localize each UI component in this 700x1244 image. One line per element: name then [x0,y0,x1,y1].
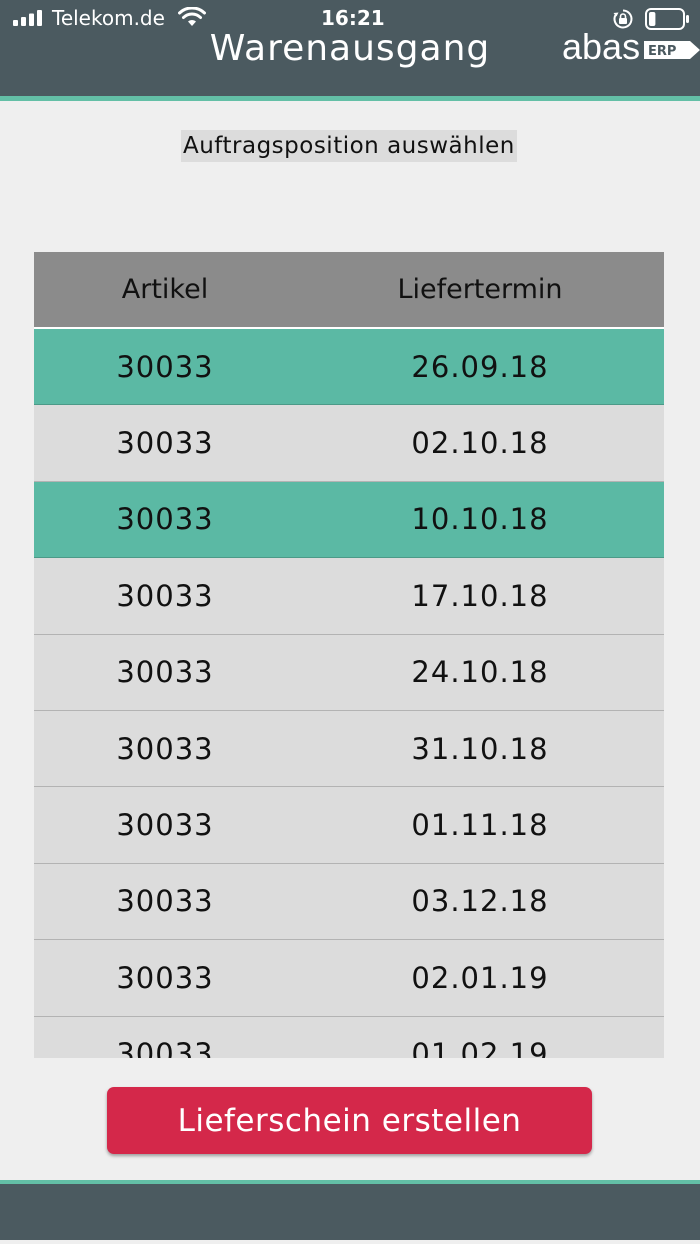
instruction-label: Auftragsposition auswählen [181,130,517,162]
cell-liefertermin: 17.10.18 [411,578,549,613]
wifi-icon [178,7,206,26]
table-row[interactable]: 30033 10.10.18 [34,481,664,559]
cellular-signal-icon [13,10,42,26]
table-header: Artikel Liefertermin [34,252,664,329]
cell-artikel: 30033 [116,655,214,690]
table-row[interactable]: 30033 02.01.19 [34,940,664,1017]
table-row[interactable]: 30033 31.10.18 [34,710,664,788]
cell-liefertermin: 31.10.18 [411,731,549,766]
table-row[interactable]: 30033 17.10.18 [34,558,664,635]
logo-erp-tag: ERP [644,41,700,59]
battery-icon [645,8,689,30]
cell-liefertermin: 24.10.18 [411,655,549,690]
table-body: 30033 26.09.18 30033 02.10.18 30033 10.10.18 3… [34,329,664,1058]
logo-text: abas [562,26,641,67]
table-row[interactable]: 30033 01.11.18 [34,787,664,864]
cell-artikel: 30033 [116,884,214,919]
column-header-artikel: Artikel [121,274,209,305]
cell-artikel: 30033 [116,578,214,613]
cell-liefertermin: 01.02.19 [411,1037,549,1058]
cell-artikel: 30033 [116,808,214,843]
order-positions-table: Artikel Liefertermin 30033 26.09.18 30033 0… [34,252,664,1058]
cell-liefertermin: 02.10.18 [411,426,549,461]
cell-liefertermin: 10.10.18 [411,502,549,537]
cell-artikel: 30033 [116,426,214,461]
table-row[interactable]: 30033 26.09.18 [34,329,664,406]
app-footer [0,1184,700,1240]
header-accent-line [0,96,700,101]
table-row[interactable]: 30033 24.10.18 [34,634,664,711]
cell-liefertermin: 02.01.19 [411,960,549,995]
cell-artikel: 30033 [116,731,214,766]
status-time: 16:21 [321,6,385,30]
table-row[interactable]: 30033 01.02.19 [34,1016,664,1058]
svg-text:ERP: ERP [648,44,676,59]
cell-liefertermin: 03.12.18 [411,884,549,919]
cell-artikel: 30033 [116,502,214,537]
carrier-name: Telekom.de [52,6,165,30]
table-row[interactable]: 30033 03.12.18 [34,863,664,941]
table-row[interactable]: 30033 02.10.18 [34,405,664,482]
cell-artikel: 30033 [116,960,214,995]
cell-artikel: 30033 [116,1037,214,1058]
cell-artikel: 30033 [116,349,214,384]
column-header-liefertermin: Liefertermin [397,274,563,305]
cell-liefertermin: 01.11.18 [411,808,549,843]
cell-liefertermin: 26.09.18 [411,349,549,384]
create-delivery-note-button[interactable]: Lieferschein erstellen [107,1087,592,1154]
